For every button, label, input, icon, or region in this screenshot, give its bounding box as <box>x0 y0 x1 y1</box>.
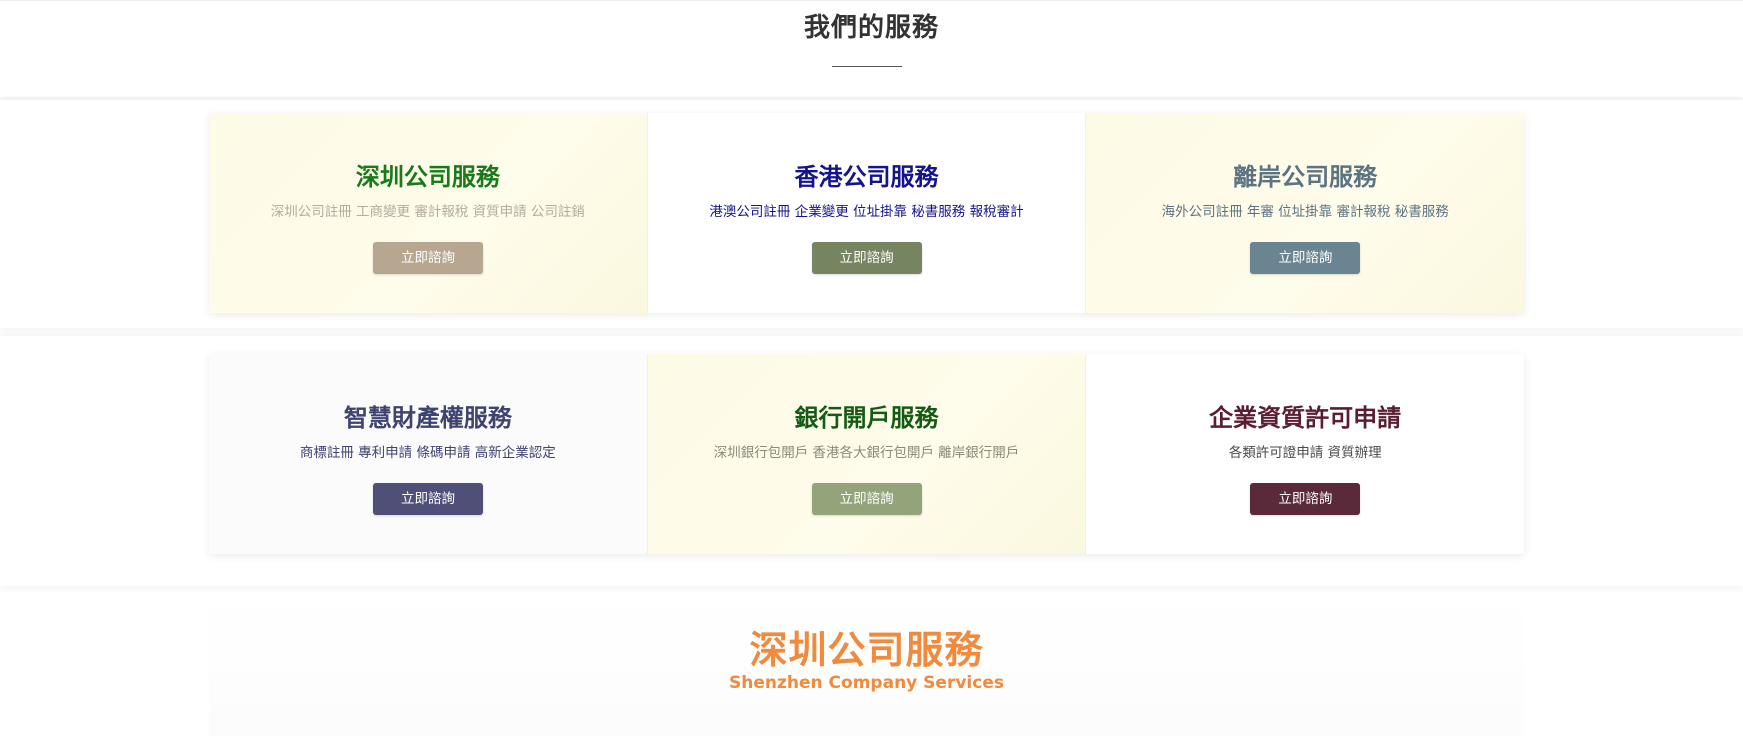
consult-button-hongkong[interactable]: 立即諮詢 <box>811 242 922 274</box>
card-description: 深圳銀行包開戶 香港各大銀行包開戶 離岸銀行開戶 <box>713 445 1020 461</box>
card-description: 深圳公司註冊 工商變更 審計報稅 資質申請 公司註銷 <box>270 204 585 220</box>
card-description: 海外公司註冊 年審 位址掛靠 審計報稅 秘書服務 <box>1161 204 1449 220</box>
section-header: 我們的服務 <box>0 0 1743 97</box>
card-description: 商標註冊 專利申請 條碼申請 高新企業認定 <box>299 445 556 461</box>
consult-button-license[interactable]: 立即諮詢 <box>1250 483 1361 515</box>
consult-button-offshore[interactable]: 立即諮詢 <box>1250 242 1361 274</box>
consult-button-shenzhen[interactable]: 立即諮詢 <box>373 242 483 274</box>
page-title: 我們的服務 <box>803 13 939 43</box>
section-shenzhen-services: 深圳公司服務 Shenzhen Company Services <box>0 592 1743 736</box>
card-title: 香港公司服務 <box>794 163 939 191</box>
card-description: 港澳公司註冊 企業變更 位址掛靠 秘書服務 報稅審計 <box>709 204 1024 220</box>
card-title: 銀行開戶服務 <box>794 404 939 432</box>
section-panel: 深圳公司服務 Shenzhen Company Services <box>209 592 1524 736</box>
card-title: 企業資質許可申請 <box>1209 404 1402 432</box>
title-divider <box>832 66 902 67</box>
card-shenzhen-company: 深圳公司服務 深圳公司註冊 工商變更 審計報稅 資質申請 公司註銷 立即諮詢 <box>209 113 647 313</box>
card-hongkong-company: 香港公司服務 港澳公司註冊 企業變更 位址掛靠 秘書服務 報稅審計 立即諮詢 <box>646 113 1086 313</box>
card-description: 各類許可證申請 資質辦理 <box>1228 445 1382 461</box>
card-intellectual-property: 智慧財產權服務 商標註冊 專利申請 條碼申請 高新企業認定 立即諮詢 <box>209 354 647 554</box>
service-row-2: 智慧財產權服務 商標註冊 專利申請 條碼申請 高新企業認定 立即諮詢 銀行開戶服… <box>209 354 1525 554</box>
consult-button-ip[interactable]: 立即諮詢 <box>373 483 483 515</box>
card-title: 離岸公司服務 <box>1233 163 1378 191</box>
card-title: 深圳公司服務 <box>355 163 500 191</box>
section-subtitle: Shenzhen Company Services <box>729 673 1004 693</box>
card-bank-account: 銀行開戶服務 深圳銀行包開戶 香港各大銀行包開戶 離岸銀行開戶 立即諮詢 <box>646 354 1086 554</box>
card-title: 智慧財產權服務 <box>343 404 512 432</box>
section-title: 深圳公司服務 <box>749 628 984 672</box>
page: 我們的服務 深圳公司服務 深圳公司註冊 工商變更 審計報稅 資質申請 公司註銷 … <box>0 0 1743 736</box>
consult-button-bank[interactable]: 立即諮詢 <box>811 483 922 515</box>
card-qualification-license: 企業資質許可申請 各類許可證申請 資質辦理 立即諮詢 <box>1085 354 1525 554</box>
card-offshore-company: 離岸公司服務 海外公司註冊 年審 位址掛靠 審計報稅 秘書服務 立即諮詢 <box>1085 113 1525 313</box>
service-row-1: 深圳公司服務 深圳公司註冊 工商變更 審計報稅 資質申請 公司註銷 立即諮詢 香… <box>209 113 1525 313</box>
